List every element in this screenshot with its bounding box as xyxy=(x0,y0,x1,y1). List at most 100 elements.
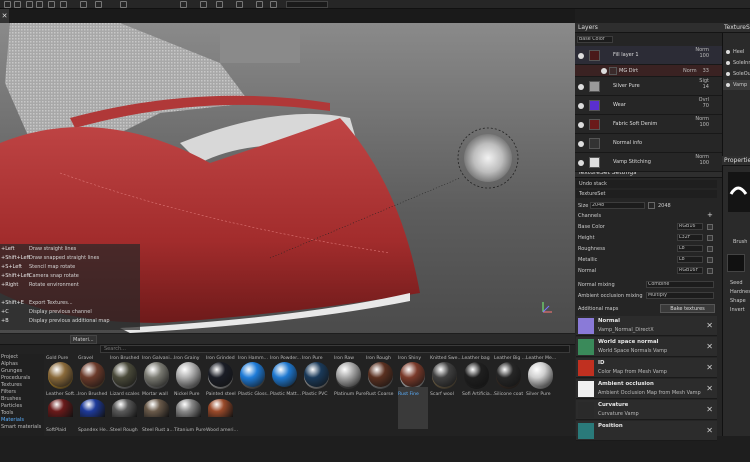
category-smart-materials[interactable]: Smart materials xyxy=(1,424,41,431)
additional-map-item[interactable]: ID Color Map from Mesh Vamp ✕ xyxy=(576,358,717,378)
category-alphas[interactable]: Alphas xyxy=(1,361,18,368)
layer-row[interactable]: Fill layer 1 Norm 100 xyxy=(575,46,722,65)
picker-tool-icon[interactable] xyxy=(80,1,87,8)
property-label[interactable]: Invert xyxy=(730,307,750,313)
close-icon[interactable]: ✕ xyxy=(0,9,9,23)
link-icon[interactable] xyxy=(648,202,655,209)
category-particles[interactable]: Particles xyxy=(1,403,22,410)
channel-format-select[interactable]: L32F xyxy=(677,234,703,241)
textureset-item[interactable]: SoleInn xyxy=(723,58,750,68)
layout-icon[interactable] xyxy=(270,1,277,8)
material-item[interactable]: Rust Coarse xyxy=(366,362,396,429)
material-item[interactable]: Wood ameri... xyxy=(206,399,238,462)
remove-channel-icon[interactable] xyxy=(707,246,713,252)
layers-channel-select[interactable]: Base Color xyxy=(577,36,613,43)
channel-format-select[interactable]: RGB16 xyxy=(677,223,703,230)
projection-tool-icon[interactable] xyxy=(26,1,33,8)
remove-channel-icon[interactable] xyxy=(707,235,713,241)
material-item[interactable]: Steel Rust a... xyxy=(142,399,174,462)
material-item[interactable]: Silicone coat xyxy=(494,362,524,429)
visibility-eye-icon[interactable] xyxy=(726,61,730,65)
layer-row[interactable]: Wear Ovrl 70 xyxy=(575,96,722,115)
split-view-icon[interactable] xyxy=(256,1,263,8)
layer-opacity[interactable]: 70 xyxy=(699,103,709,109)
layer-row[interactable]: Fabric Soft Denim Norm 100 xyxy=(575,115,722,134)
add-channel-icon[interactable]: + xyxy=(707,212,714,219)
category-brushes[interactable]: Brushes xyxy=(1,396,21,403)
zoom-field[interactable] xyxy=(286,1,328,8)
material-item[interactable]: Plastic Matt... xyxy=(270,362,301,429)
material-item[interactable]: Sofi Artificia... xyxy=(462,362,494,429)
visibility-eye-icon[interactable] xyxy=(726,50,730,54)
visibility-eye-icon[interactable] xyxy=(578,159,584,166)
remove-map-icon[interactable]: ✕ xyxy=(706,342,713,351)
layer-row[interactable]: MG Dirt Norm 33 xyxy=(575,65,722,77)
remove-channel-icon[interactable] xyxy=(707,257,713,263)
remove-map-icon[interactable]: ✕ xyxy=(706,405,713,414)
layer-opacity[interactable]: 100 xyxy=(695,160,709,166)
visibility-eye-icon[interactable] xyxy=(726,72,730,76)
channel-format-select[interactable]: L8 xyxy=(677,245,703,252)
category-filters[interactable]: Filters xyxy=(1,389,16,396)
alpha-preview[interactable] xyxy=(727,254,745,272)
material-item[interactable]: Steel Rough xyxy=(110,399,140,462)
camera-icon[interactable] xyxy=(120,1,127,8)
visibility-eye-icon[interactable] xyxy=(601,68,607,74)
channel-format-select[interactable]: L8 xyxy=(677,256,703,263)
visibility-eye-icon[interactable] xyxy=(578,140,584,147)
symmetry-icon[interactable] xyxy=(95,1,102,8)
category-textures[interactable]: Textures xyxy=(1,382,22,389)
material-item[interactable]: SoftPlaid xyxy=(46,399,76,462)
layer-row[interactable]: Normal info xyxy=(575,134,722,153)
material-item[interactable]: Titanium Pure xyxy=(174,399,206,462)
brush-preview[interactable] xyxy=(728,172,750,212)
remove-map-icon[interactable]: ✕ xyxy=(706,426,713,435)
category-grunges[interactable]: Grunges xyxy=(1,368,22,375)
screenshot-icon[interactable] xyxy=(216,1,223,8)
remove-map-icon[interactable]: ✕ xyxy=(706,321,713,330)
remove-map-icon[interactable]: ✕ xyxy=(706,363,713,372)
layer-opacity[interactable]: 100 xyxy=(695,122,709,128)
shelf-tab-materials[interactable]: Materi... xyxy=(70,335,97,344)
visibility-eye-icon[interactable] xyxy=(726,83,730,87)
property-label[interactable]: Seed xyxy=(730,280,750,286)
layer-opacity[interactable]: 14 xyxy=(699,84,709,90)
size-select[interactable]: 2048 xyxy=(590,202,645,209)
visibility-eye-icon[interactable] xyxy=(578,102,584,109)
textureset-tab[interactable]: TextureSet xyxy=(576,190,717,198)
material-item[interactable]: Rust Fine xyxy=(398,362,428,429)
property-label[interactable]: Hardnes xyxy=(730,289,750,295)
textureset-item[interactable]: SoleOu xyxy=(723,69,750,79)
bake-textures-button[interactable]: Bake textures xyxy=(660,304,715,313)
additional-map-item[interactable]: Position ✕ xyxy=(576,421,717,441)
clone-tool-icon[interactable] xyxy=(60,1,67,8)
layer-row[interactable]: Vamp Stitching Norm 100 xyxy=(575,153,722,172)
smudge-tool-icon[interactable] xyxy=(48,1,55,8)
category-project[interactable]: Project xyxy=(1,354,18,361)
visibility-eye-icon[interactable] xyxy=(578,52,584,59)
paint-tool-icon[interactable] xyxy=(4,1,11,8)
layer-row[interactable]: Silver Pure Sigt 14 xyxy=(575,77,722,96)
category-procedurals[interactable]: Procedurals xyxy=(1,375,30,382)
normal-mixing-select[interactable]: Combine xyxy=(646,281,714,288)
ao-mixing-select[interactable]: Multiply xyxy=(646,292,714,299)
category-materials[interactable]: Materials xyxy=(1,417,24,424)
material-item[interactable]: Spandex He... xyxy=(78,399,110,462)
settings-icon[interactable] xyxy=(236,1,243,8)
material-item[interactable]: Plastic Gloss... xyxy=(238,362,270,429)
visibility-eye-icon[interactable] xyxy=(578,83,584,90)
display-mode-icon[interactable] xyxy=(180,1,187,8)
category-tools[interactable]: Tools xyxy=(1,410,13,417)
layer-opacity[interactable]: 100 xyxy=(695,53,709,59)
geometry-fill-icon[interactable] xyxy=(36,1,43,8)
additional-map-item[interactable]: Normal Vamp_Normal_DirectX ✕ xyxy=(576,316,717,336)
material-item[interactable]: Scarf wool xyxy=(430,362,460,429)
textureset-item[interactable]: Heel xyxy=(723,47,750,57)
layer-opacity[interactable]: 33 xyxy=(703,68,709,74)
layer-blend-mode[interactable]: Norm xyxy=(683,68,697,74)
channel-format-select[interactable]: RGB16F xyxy=(677,267,703,274)
shelf-search-input[interactable]: Search... xyxy=(100,345,570,353)
eraser-tool-icon[interactable] xyxy=(14,1,21,8)
additional-map-item[interactable]: Ambient occlusion Ambient Occlusion Map f… xyxy=(576,379,717,399)
property-label[interactable]: Shape xyxy=(730,298,750,304)
